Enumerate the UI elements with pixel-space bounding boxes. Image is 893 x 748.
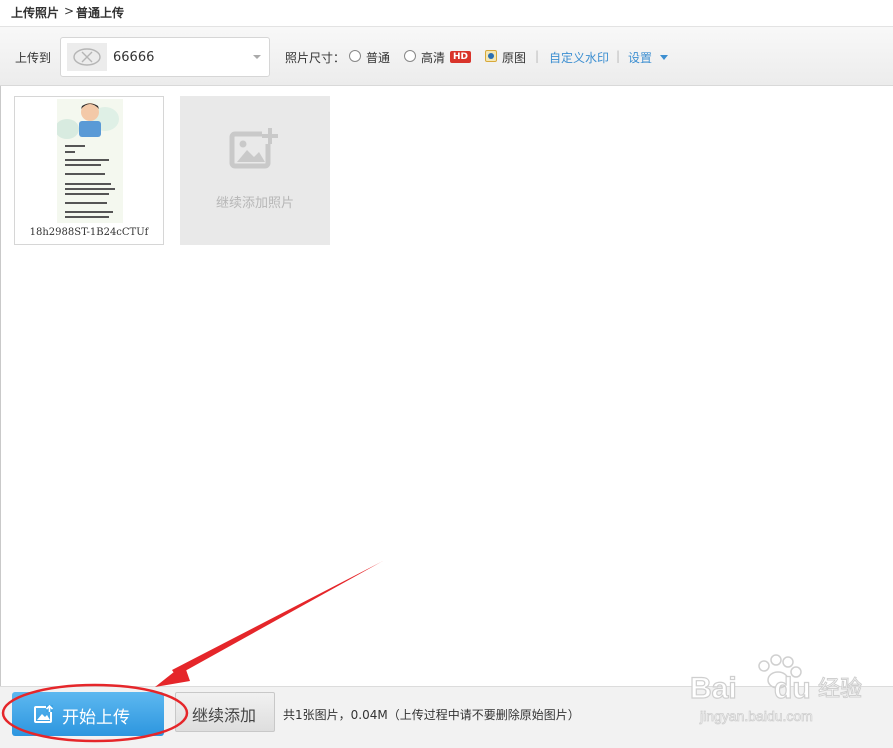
svg-text:经验: 经验 [818, 677, 862, 702]
baidu-watermark-logo: Bai du 经验 jingyan.baidu.com [690, 654, 863, 724]
annotation-arrow-head [155, 664, 190, 687]
annotation-overlay [1, 561, 383, 743]
svg-text:jingyan.baidu.com: jingyan.baidu.com [699, 708, 813, 724]
svg-text:Bai: Bai [690, 672, 737, 705]
annotation-arrow-shaft [172, 561, 383, 676]
annotation-ellipse [1, 683, 189, 743]
svg-text:du: du [774, 672, 811, 705]
